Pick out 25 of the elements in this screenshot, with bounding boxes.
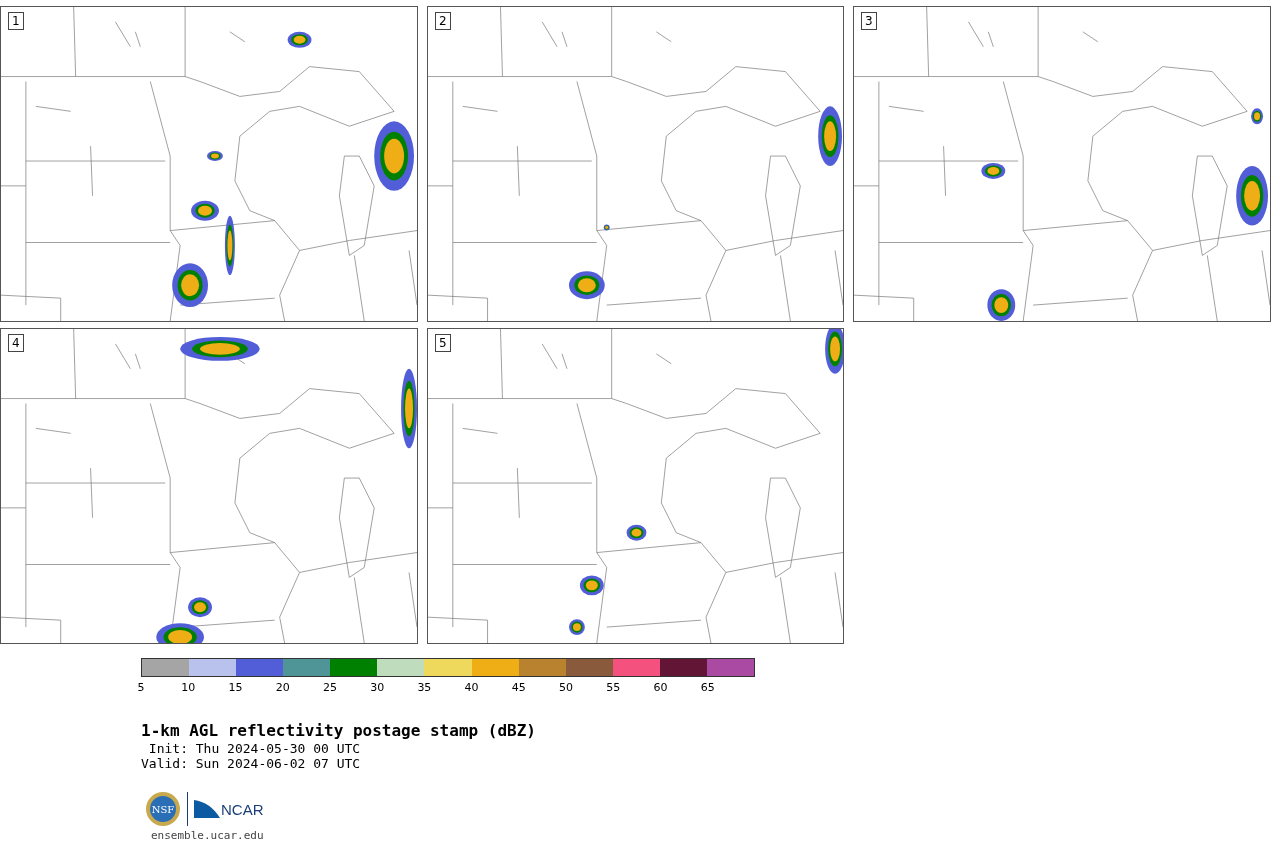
- tick-label: 45: [511, 682, 526, 694]
- tick-label: 50: [559, 682, 574, 694]
- tick-label: 60: [653, 682, 668, 694]
- website-link[interactable]: ensemble.ucar.edu: [151, 829, 264, 843]
- tick-label: 25: [322, 682, 337, 694]
- panel-number: 3: [861, 12, 877, 30]
- ncar-logo: NCAR: [194, 800, 264, 818]
- tick-label: 65: [700, 682, 715, 694]
- init-time: Init: Thu 2024-05-30 00 UTC: [147, 741, 361, 756]
- tick-label: 10: [181, 682, 196, 694]
- panel-number: 2: [435, 12, 451, 30]
- tick-label: 40: [464, 682, 479, 694]
- nsf-logo: NSF: [145, 791, 181, 827]
- tick-label: 20: [275, 682, 290, 694]
- panel-number: 1: [8, 12, 24, 30]
- valid-time: Valid: Sun 2024-06-02 07 UTC: [141, 756, 361, 771]
- tick-label: 15: [228, 682, 243, 694]
- ncar-emblem-icon: [194, 800, 220, 818]
- tick-label: 55: [606, 682, 621, 694]
- panel-number: 4: [8, 334, 24, 352]
- tick-label: 5: [137, 682, 145, 694]
- tick-label: 30: [370, 682, 385, 694]
- panel-number: 5: [435, 334, 451, 352]
- tick-label: 35: [417, 682, 432, 694]
- chart-title: 1-km AGL reflectivity postage stamp (dBZ): [141, 721, 537, 741]
